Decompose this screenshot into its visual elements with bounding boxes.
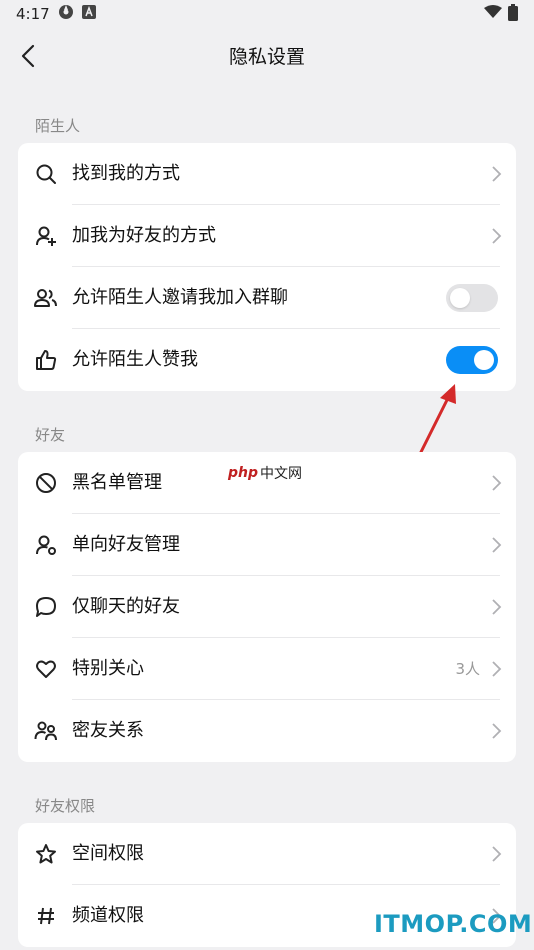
chevron-right-icon — [490, 722, 502, 740]
battery-icon — [508, 3, 518, 25]
chevron-right-icon — [490, 474, 502, 492]
row-label: 仅聊天的好友 — [72, 596, 180, 617]
chat-bubble-icon — [34, 595, 58, 619]
row-one-way-friends[interactable]: 单向好友管理 — [18, 514, 516, 576]
toggle-knob — [450, 288, 470, 308]
page-title: 隐私设置 — [228, 46, 305, 68]
row-chat-only-friends[interactable]: 仅聊天的好友 — [18, 576, 516, 638]
search-icon — [34, 162, 58, 186]
strangers-card: 找到我的方式 加我为好友的方式 允许陌生人邀请我加入群聊 允许陌生人赞我 — [18, 143, 516, 391]
row-label: 频道权限 — [72, 905, 144, 926]
row-label: 密友关系 — [72, 720, 144, 741]
itmop-watermark: ITMOP.COM — [374, 910, 533, 938]
star-icon — [34, 842, 58, 866]
block-icon — [34, 471, 58, 495]
row-close-friends[interactable]: 密友关系 — [18, 700, 516, 762]
navigation-bar: 隐私设置 — [0, 28, 534, 84]
row-label: 单向好友管理 — [72, 534, 180, 555]
row-label: 找到我的方式 — [72, 163, 180, 184]
row-label: 空间权限 — [72, 843, 144, 864]
user-settings-icon — [34, 533, 58, 557]
heart-icon — [34, 657, 58, 681]
status-time: 4:17 — [16, 5, 50, 23]
group-icon — [34, 286, 58, 310]
section-label-friends: 好友 — [35, 426, 66, 444]
chevron-right-icon — [490, 536, 502, 554]
row-group-invite: 允许陌生人邀请我加入群聊 — [18, 267, 516, 329]
row-label: 特别关心 — [72, 658, 144, 679]
php-watermark: php 中文网 — [228, 463, 302, 483]
wifi-icon — [484, 5, 502, 23]
row-label: 黑名单管理 — [72, 472, 162, 493]
sync-icon — [58, 4, 74, 24]
group-invite-toggle[interactable] — [446, 284, 498, 312]
php-logo: php — [228, 465, 259, 481]
toggle-knob — [474, 350, 494, 370]
add-friend-icon — [34, 224, 58, 248]
row-find-me[interactable]: 找到我的方式 — [18, 143, 516, 205]
row-add-me[interactable]: 加我为好友的方式 — [18, 205, 516, 267]
allow-like-toggle[interactable] — [446, 346, 498, 374]
chevron-right-icon — [490, 660, 502, 678]
row-label: 加我为好友的方式 — [72, 225, 216, 246]
row-space-permissions[interactable]: 空间权限 — [18, 823, 516, 885]
close-friends-icon — [34, 719, 58, 743]
status-bar: 4:17 — [0, 0, 534, 28]
php-watermark-text: 中文网 — [260, 466, 303, 482]
friends-card: 黑名单管理 单向好友管理 仅聊天的好友 特别关心 3人 密友关系 — [18, 452, 516, 762]
chevron-right-icon — [490, 845, 502, 863]
thumbs-up-icon — [34, 348, 58, 372]
chevron-right-icon — [490, 165, 502, 183]
chevron-right-icon — [490, 598, 502, 616]
row-label: 允许陌生人邀请我加入群聊 — [72, 287, 288, 308]
row-special-care[interactable]: 特别关心 3人 — [18, 638, 516, 700]
row-blacklist[interactable]: 黑名单管理 — [18, 452, 516, 514]
row-label: 允许陌生人赞我 — [72, 349, 198, 370]
app-notification-icon — [81, 5, 96, 23]
hashtag-icon — [34, 904, 58, 928]
special-care-count: 3人 — [455, 660, 480, 678]
section-label-strangers: 陌生人 — [35, 117, 81, 135]
section-label-friend-permissions: 好友权限 — [35, 797, 96, 815]
chevron-right-icon — [490, 227, 502, 245]
